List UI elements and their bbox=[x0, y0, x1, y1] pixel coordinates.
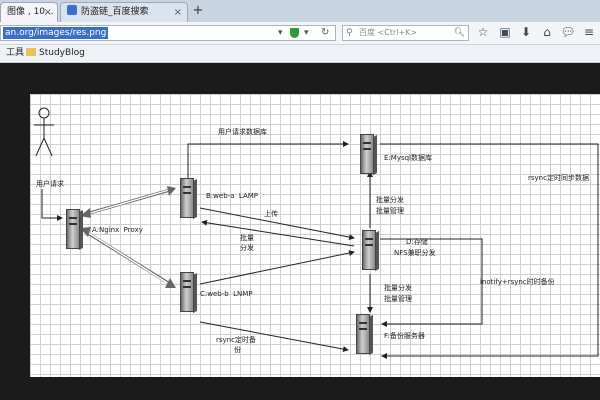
web-a-server-icon bbox=[180, 178, 197, 220]
dropdown-icon[interactable]: ▾ bbox=[278, 26, 283, 40]
storage-server-icon bbox=[362, 230, 379, 272]
edge-rsync-backup-label-1: rsync定时备 bbox=[216, 336, 256, 344]
download-icon[interactable]: ⬇ bbox=[518, 24, 534, 40]
search-icon: ⚲ bbox=[346, 28, 353, 38]
shield-icon[interactable] bbox=[290, 28, 299, 38]
edge-batch-distribute-label-1: 批量 bbox=[240, 234, 254, 242]
edge-batch-mgmt-top-label-1: 批量分发 bbox=[376, 196, 404, 204]
bookmark-studyblog[interactable]: StudyBlog bbox=[26, 45, 85, 61]
edge-batch-distribute-label-2: 分发 bbox=[240, 244, 254, 252]
mysql-label: E:Mysql数据库 bbox=[384, 154, 432, 162]
new-tab-button[interactable]: + bbox=[190, 3, 206, 19]
edge-batch-mgmt-bottom-label-2: 批量管理 bbox=[384, 295, 412, 303]
close-icon[interactable]: × bbox=[44, 3, 52, 22]
search-go-icon[interactable]: 🔍︎ bbox=[454, 26, 465, 40]
backup-label: F:备份服务器 bbox=[384, 332, 425, 340]
web-a-label: B:web-a LAMP bbox=[206, 192, 259, 200]
network-diagram: 用户请求 A:Nginx Proxy B:web-a LAMP C:web-b … bbox=[30, 94, 600, 377]
web-b-label: C:web-b LNMP bbox=[200, 290, 253, 298]
star-icon[interactable]: ☆ bbox=[475, 24, 491, 40]
menu-icon[interactable]: ≡ bbox=[581, 24, 597, 40]
edge-rsync-sync-label: rsync定时同步数据 bbox=[528, 174, 589, 182]
tab-baidu-search[interactable]: 防盗链_百度搜索 × bbox=[60, 2, 188, 22]
baidu-favicon-icon bbox=[67, 5, 77, 15]
url-bar[interactable]: an.org/images/res.png ▾ ▾ ↻ bbox=[0, 25, 336, 41]
bookmark-label: StudyBlog bbox=[39, 48, 85, 58]
diagram-connectors bbox=[34, 107, 599, 359]
tab-label: 防盗链_百度搜索 bbox=[81, 7, 149, 17]
reload-icon[interactable]: ↻ bbox=[321, 26, 329, 40]
edge-batch-mgmt-top-label-2: 批量管理 bbox=[376, 207, 404, 215]
proxy-label: A:Nginx Proxy bbox=[92, 226, 143, 234]
clipboard-icon[interactable]: ▣ bbox=[497, 24, 513, 40]
url-text[interactable]: an.org/images/res.png bbox=[3, 27, 109, 39]
backup-server-icon bbox=[356, 314, 373, 356]
edge-inotify-label: inotify+rsync时时备份 bbox=[480, 278, 555, 286]
close-icon[interactable]: × bbox=[174, 3, 182, 22]
chat-icon[interactable]: 💬︎ bbox=[560, 24, 576, 40]
web-b-server-icon bbox=[180, 272, 197, 314]
storage-label-line2: NFS兼职分发 bbox=[394, 249, 436, 257]
chevron-down-icon[interactable]: ▾ bbox=[304, 26, 309, 40]
mysql-server-icon bbox=[360, 134, 377, 176]
tab-image[interactable]: 图像 , 10... × bbox=[0, 2, 58, 22]
home-icon[interactable]: ⌂ bbox=[539, 24, 555, 40]
nginx-proxy-server-icon bbox=[66, 209, 83, 251]
search-input[interactable]: ⚲ 百度 <Ctrl+K> 🔍︎ bbox=[342, 25, 469, 41]
edge-upload-label: 上传 bbox=[264, 210, 278, 218]
folder-icon bbox=[26, 48, 36, 56]
navigation-bar: an.org/images/res.png ▾ ▾ ↻ ⚲ 百度 <Ctrl+K… bbox=[0, 22, 600, 45]
storage-label-line1: D:存储 bbox=[406, 238, 428, 246]
bookmarks-bar: 工具 StudyBlog bbox=[0, 45, 600, 63]
search-placeholder: 百度 <Ctrl+K> bbox=[359, 28, 418, 37]
edge-rsync-backup-label-2: 份 bbox=[234, 346, 241, 354]
edge-user-db-label: 用户请求数据库 bbox=[218, 128, 267, 136]
user-request-label: 用户请求 bbox=[36, 180, 64, 188]
edge-batch-mgmt-bottom-label-1: 批量分发 bbox=[384, 284, 412, 292]
bookmark-tools[interactable]: 工具 bbox=[6, 45, 24, 61]
tab-strip: 图像 , 10... × 防盗链_百度搜索 × + bbox=[0, 0, 600, 23]
